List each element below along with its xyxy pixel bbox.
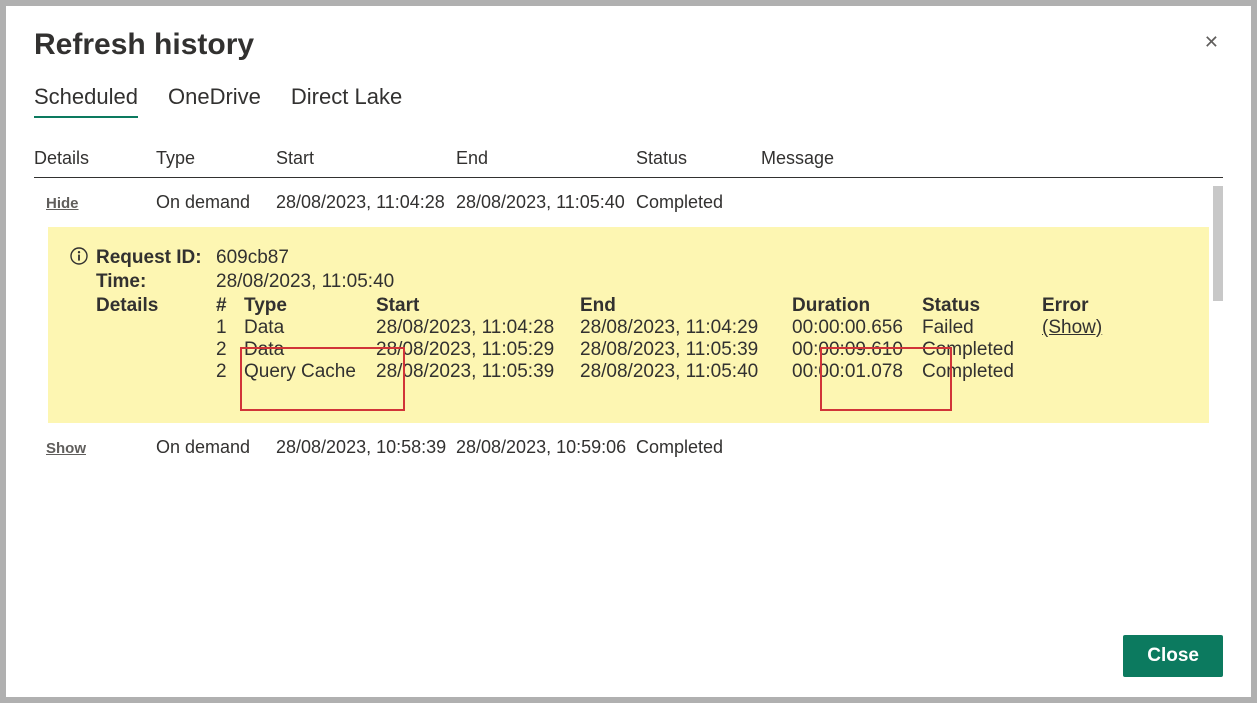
- dh-duration: Duration: [792, 295, 922, 317]
- scrollbar[interactable]: [1213, 186, 1223, 301]
- detail-row: 2 Data 28/08/2023, 11:05:29 28/08/2023, …: [96, 339, 1187, 361]
- toggle-details-link[interactable]: Show: [34, 440, 86, 457]
- col-header-details: Details: [34, 148, 156, 169]
- d-status: Completed: [922, 361, 1042, 383]
- close-icon[interactable]: ✕: [1200, 28, 1223, 57]
- info-icon: [70, 247, 88, 265]
- dh-start: Start: [376, 295, 580, 317]
- history-table: Details Type Start End Status Message Hi…: [34, 148, 1223, 472]
- request-id-label: Request ID:: [96, 247, 216, 269]
- dh-status: Status: [922, 295, 1042, 317]
- d-start: 28/08/2023, 11:04:28: [376, 317, 580, 339]
- row-end: 28/08/2023, 10:59:06: [456, 437, 636, 458]
- detail-row: 1 Data 28/08/2023, 11:04:28 28/08/2023, …: [96, 317, 1187, 339]
- row-end: 28/08/2023, 11:05:40: [456, 192, 636, 213]
- d-type: Data: [244, 317, 376, 339]
- tab-bar: Scheduled OneDrive Direct Lake: [6, 72, 1251, 118]
- tab-onedrive[interactable]: OneDrive: [168, 84, 261, 118]
- details-label: Details: [96, 295, 216, 317]
- dh-type: Type: [244, 295, 376, 317]
- dh-error: Error: [1042, 295, 1122, 317]
- d-status: Failed: [922, 317, 1042, 339]
- d-duration: 00:00:09.610: [792, 339, 922, 361]
- dialog-title: Refresh history: [34, 28, 254, 62]
- detail-panel: Request ID: 609cb87 Time: 28/08/2023, 11…: [48, 227, 1209, 423]
- d-duration: 00:00:00.656: [792, 317, 922, 339]
- col-header-start: Start: [276, 148, 456, 169]
- table-header-row: Details Type Start End Status Message: [34, 148, 1223, 178]
- close-button[interactable]: Close: [1123, 635, 1223, 677]
- dialog-header: Refresh history ✕: [6, 6, 1251, 72]
- col-header-type: Type: [156, 148, 276, 169]
- d-start: 28/08/2023, 11:05:39: [376, 361, 580, 383]
- detail-row: 2 Query Cache 28/08/2023, 11:05:39 28/08…: [96, 361, 1187, 383]
- row-start: 28/08/2023, 10:58:39: [276, 437, 456, 458]
- row-status: Completed: [636, 437, 761, 458]
- content-area: Details Type Start End Status Message Hi…: [6, 118, 1251, 617]
- table-row: Show On demand 28/08/2023, 10:58:39 28/0…: [34, 423, 1223, 472]
- tab-scheduled[interactable]: Scheduled: [34, 84, 138, 118]
- toggle-details-link[interactable]: Hide: [34, 195, 79, 212]
- row-type: On demand: [156, 437, 276, 458]
- col-header-end: End: [456, 148, 636, 169]
- d-type: Query Cache: [244, 361, 376, 383]
- dh-num: #: [216, 295, 244, 317]
- d-end: 28/08/2023, 11:05:40: [580, 361, 792, 383]
- tab-directlake[interactable]: Direct Lake: [291, 84, 402, 118]
- d-status: Completed: [922, 339, 1042, 361]
- show-error-link[interactable]: (Show): [1042, 317, 1102, 338]
- col-header-message: Message: [761, 148, 1223, 169]
- d-type: Data: [244, 339, 376, 361]
- detail-table: Details # Type Start End Duration Status…: [96, 295, 1187, 383]
- d-start: 28/08/2023, 11:05:29: [376, 339, 580, 361]
- row-status: Completed: [636, 192, 761, 213]
- request-id-value: 609cb87: [216, 247, 289, 269]
- d-end: 28/08/2023, 11:04:29: [580, 317, 792, 339]
- col-header-status: Status: [636, 148, 761, 169]
- row-type: On demand: [156, 192, 276, 213]
- d-num: 2: [216, 339, 244, 361]
- time-label: Time:: [96, 271, 216, 293]
- detail-table-header: Details # Type Start End Duration Status…: [96, 295, 1187, 317]
- table-row: Hide On demand 28/08/2023, 11:04:28 28/0…: [34, 178, 1223, 227]
- d-num: 1: [216, 317, 244, 339]
- dialog-footer: Close: [6, 617, 1251, 697]
- time-value: 28/08/2023, 11:05:40: [216, 271, 394, 293]
- row-start: 28/08/2023, 11:04:28: [276, 192, 456, 213]
- d-num: 2: [216, 361, 244, 383]
- refresh-history-dialog: Refresh history ✕ Scheduled OneDrive Dir…: [6, 6, 1251, 697]
- dh-end: End: [580, 295, 792, 317]
- d-end: 28/08/2023, 11:05:39: [580, 339, 792, 361]
- d-duration: 00:00:01.078: [792, 361, 922, 383]
